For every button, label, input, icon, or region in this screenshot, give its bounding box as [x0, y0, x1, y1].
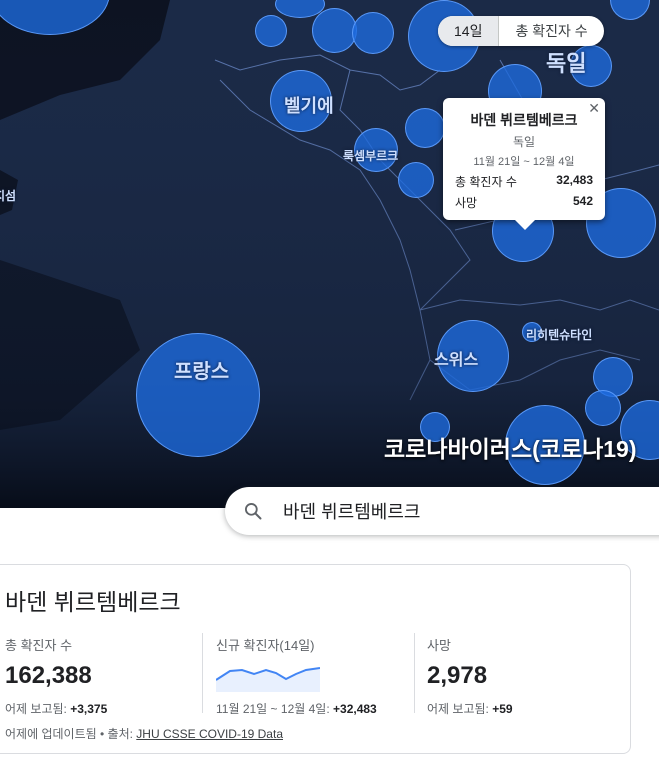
stat-deaths-delta-value: +59	[492, 702, 513, 716]
footer-text: 어제에 업데이트됨 • 출처:	[5, 727, 137, 741]
case-bubble[interactable]	[405, 108, 445, 148]
stat-total-label: 총 확진자 수	[5, 638, 73, 653]
popup-dates: 11월 21일 ~ 12월 4일	[473, 156, 575, 168]
stat-new-cases: 신규 확진자(14일) 11월 21일 ~ 12월 4일: +32,483	[216, 635, 377, 717]
popup-deaths-label: 사망	[455, 196, 478, 210]
card-footer: 어제에 업데이트됨 • 출처: JHU CSSE COVID-19 Data	[5, 725, 283, 742]
stat-total-delta-value: +3,375	[70, 702, 108, 716]
stat-deaths-value: 2,978	[427, 662, 488, 689]
map-label-liechtenstein: 리히텐슈타인	[526, 328, 593, 342]
popup-region: 바덴 뷔르템베르크	[470, 112, 578, 128]
popup-total-value: 32,483	[556, 173, 593, 187]
stat-total-delta-label: 어제 보고됨:	[5, 702, 67, 716]
stat-deaths-delta-label: 어제 보고됨:	[427, 702, 489, 716]
region-stats-card: 바덴 뷔르템베르크 총 확진자 수 162,388 어제 보고됨: +3,375…	[0, 564, 631, 754]
search-input[interactable]	[281, 499, 659, 523]
case-bubble[interactable]	[136, 333, 260, 457]
case-bubble[interactable]	[585, 390, 621, 426]
case-bubble[interactable]	[398, 162, 434, 198]
time-range-toggle[interactable]: 14일 총 확진자 수	[438, 16, 604, 46]
case-bubble[interactable]	[255, 15, 287, 47]
search-icon[interactable]	[243, 501, 263, 521]
case-bubble[interactable]	[352, 12, 394, 54]
stat-total-cases: 총 확진자 수 162,388 어제 보고됨: +3,375	[5, 635, 107, 717]
map-label-switzerland: 스위스	[434, 352, 479, 369]
stat-deaths-label: 사망	[427, 638, 451, 653]
stat-new-delta-label: 11월 21일 ~ 12월 4일:	[216, 702, 330, 716]
map-label-belgium: 벨기에	[284, 96, 334, 116]
search-bar[interactable]	[225, 487, 659, 535]
map-label-luxembourg: 룩셈부르크	[343, 149, 399, 163]
popup-total-row: 총 확진자 수 32,483	[455, 173, 593, 190]
map-title: 코로나바이러스(코로나19)	[384, 436, 637, 462]
case-bubble[interactable]	[312, 8, 357, 53]
close-icon[interactable]: ✕	[588, 100, 600, 117]
popup-total-label: 총 확진자 수	[455, 175, 517, 189]
map-label-germany: 독일	[546, 51, 587, 76]
stat-deaths-delta: 어제 보고됨: +59	[427, 700, 513, 717]
toggle-total-cases[interactable]: 총 확진자 수	[499, 16, 603, 46]
stat-new-delta: 11월 21일 ~ 12월 4일: +32,483	[216, 700, 377, 717]
stat-total-delta: 어제 보고됨: +3,375	[5, 700, 107, 717]
toggle-14-days[interactable]: 14일	[438, 16, 500, 46]
stat-new-label: 신규 확진자(14일)	[216, 638, 315, 653]
map-label-partial: 지섬	[0, 189, 17, 203]
popup-deaths-row: 사망 542	[455, 194, 593, 211]
covid-map[interactable]: 독일 벨기에 룩셈부르크 프랑스 스위스 리히텐슈타인 지섬 14일 총 확진자…	[0, 0, 659, 508]
region-popup: ✕ 바덴 뷔르템베르크 독일 11월 21일 ~ 12월 4일 총 확진자 수 …	[443, 98, 605, 230]
map-label-france: 프랑스	[174, 361, 230, 383]
card-region-title: 바덴 뷔르템베르크	[5, 589, 181, 615]
stat-deaths: 사망 2,978 어제 보고됨: +59	[427, 635, 513, 717]
divider	[414, 633, 415, 713]
new-cases-sparkline[interactable]	[216, 662, 320, 692]
divider	[202, 633, 203, 713]
stat-total-value: 162,388	[5, 662, 92, 689]
popup-deaths-value: 542	[572, 194, 593, 208]
source-link[interactable]: JHU CSSE COVID-19 Data	[136, 727, 283, 741]
stat-new-delta-value: +32,483	[333, 702, 377, 716]
popup-country: 독일	[512, 135, 536, 149]
